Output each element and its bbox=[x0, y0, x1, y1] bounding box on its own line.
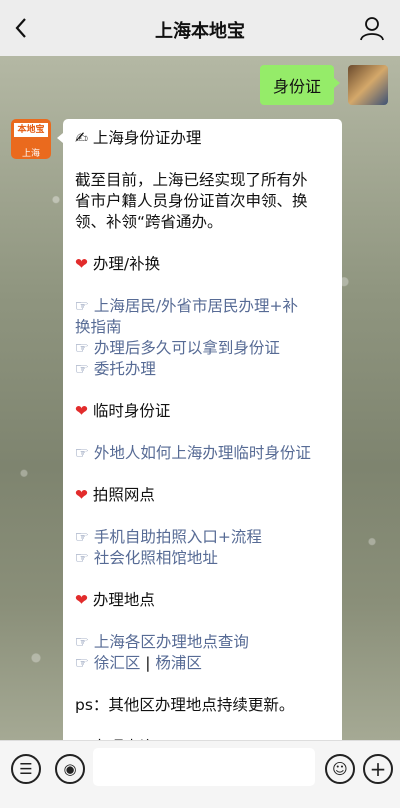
pointing-hand-icon: ☞ bbox=[75, 444, 94, 462]
message-text: 截至目前，上海已经实现了所有外 bbox=[75, 171, 308, 189]
message-input[interactable] bbox=[93, 748, 315, 786]
chat-area[interactable]: 身份证 本地宝 上海 ✍ 上海身份证办理截至目前，上海已经实现了所有外 省市户籍人… bbox=[0, 56, 400, 740]
message-line: 领、补领“跨省通办。 bbox=[75, 212, 335, 233]
emoji-icon[interactable]: ☺ bbox=[325, 754, 355, 784]
message-link[interactable]: 社会化照相馆地址 bbox=[94, 549, 218, 567]
pointing-hand-icon: ☞ bbox=[75, 339, 94, 357]
heart-icon: ❤ bbox=[75, 486, 93, 504]
pointing-hand-icon: ☞ bbox=[75, 528, 94, 546]
bot-message-content: ✍ 上海身份证办理截至目前，上海已经实现了所有外 省市户籍人员身份证首次申领、换领… bbox=[75, 128, 335, 740]
message-link[interactable]: 手机自助拍照入口+流程 bbox=[94, 528, 262, 546]
message-line: ❤ 办理/补换 bbox=[75, 254, 335, 275]
chat-title: 上海本地宝 bbox=[155, 21, 245, 42]
link-separator: | bbox=[140, 654, 156, 672]
section-heading: 办理/补换 bbox=[92, 255, 161, 273]
user-profile-icon[interactable] bbox=[358, 14, 386, 42]
message-line: 换指南 bbox=[75, 317, 335, 338]
heart-icon: ❤ bbox=[75, 591, 93, 609]
message-text: 领、补领“跨省通办。 bbox=[75, 213, 223, 231]
user-avatar[interactable] bbox=[348, 65, 388, 105]
user-message-bubble[interactable]: 身份证 bbox=[259, 65, 341, 105]
message-line: ☞ 上海各区办理地点查询 bbox=[75, 632, 335, 653]
message-line: ☞ 手机自助拍照入口+流程 bbox=[75, 527, 335, 548]
district-link[interactable]: 徐汇区 bbox=[94, 654, 141, 672]
voice-icon[interactable]: ◉ bbox=[55, 754, 85, 784]
input-toolbar: ☰ ◉ ☺ + bbox=[0, 740, 400, 808]
pointing-hand-icon: ☞ bbox=[75, 654, 94, 672]
chat-header: 上海本地宝 bbox=[0, 0, 400, 56]
bot-message-bubble: ✍ 上海身份证办理截至目前，上海已经实现了所有外 省市户籍人员身份证首次申领、换领… bbox=[57, 119, 342, 740]
heart-icon: ❤ bbox=[75, 402, 93, 420]
message-line: ☞ 徐汇区 | 杨浦区 bbox=[75, 653, 335, 674]
message-line: ❤ 办理地点 bbox=[75, 590, 335, 611]
district-link[interactable]: 杨浦区 bbox=[155, 654, 202, 672]
section-heading: 办理地点 bbox=[92, 591, 155, 609]
bot-avatar-city: 上海 bbox=[21, 149, 40, 159]
plus-icon[interactable]: + bbox=[363, 754, 393, 784]
pointing-hand-icon: ☞ bbox=[75, 633, 94, 651]
pointing-hand-icon: ☞ bbox=[75, 297, 94, 315]
bot-avatar[interactable]: 本地宝 上海 bbox=[11, 119, 51, 159]
message-line: ☞ 外地人如何上海办理临时身份证 bbox=[75, 443, 335, 464]
message-line: 截至目前，上海已经实现了所有外 bbox=[75, 170, 335, 191]
message-text: ✍ 上海身份证办理 bbox=[75, 129, 202, 147]
message-line: ☞ 社会化照相馆地址 bbox=[75, 548, 335, 569]
message-line: ☞ 办理后多久可以拿到身份证 bbox=[75, 338, 335, 359]
message-line: ❤ 临时身份证 bbox=[75, 401, 335, 422]
message-text: ps：其他区办理地点持续更新。 bbox=[75, 696, 295, 714]
heart-icon: ❤ bbox=[75, 255, 93, 273]
message-line: ☞ 上海居民/外省市居民办理+补 bbox=[75, 296, 335, 317]
message-text: 省市户籍人员身份证首次申领、换 bbox=[75, 192, 308, 210]
message-link[interactable]: 外地人如何上海办理临时身份证 bbox=[94, 444, 311, 462]
message-line: 省市户籍人员身份证首次申领、换 bbox=[75, 191, 335, 212]
message-line: ❤ 拍照网点 bbox=[75, 485, 335, 506]
message-line: ✍ 上海身份证办理 bbox=[75, 128, 335, 149]
bot-avatar-brand: 本地宝 bbox=[14, 123, 48, 137]
message-link[interactable]: 办理后多久可以拿到身份证 bbox=[94, 339, 280, 357]
message-line: ps：其他区办理地点持续更新。 bbox=[75, 695, 335, 716]
message-link[interactable]: 委托办理 bbox=[94, 360, 156, 378]
section-heading: 拍照网点 bbox=[92, 486, 155, 504]
pointing-hand-icon: ☞ bbox=[75, 549, 94, 567]
section-heading: 临时身份证 bbox=[92, 402, 171, 420]
menu-list-icon[interactable]: ☰ bbox=[11, 754, 41, 784]
message-line: ☞ 委托办理 bbox=[75, 359, 335, 380]
message-link[interactable]: 上海各区办理地点查询 bbox=[94, 633, 249, 651]
pointing-hand-icon: ☞ bbox=[75, 360, 94, 378]
message-link[interactable]: 上海居民/外省市居民办理+补 bbox=[94, 297, 298, 315]
message-link[interactable]: 换指南 bbox=[75, 318, 122, 336]
